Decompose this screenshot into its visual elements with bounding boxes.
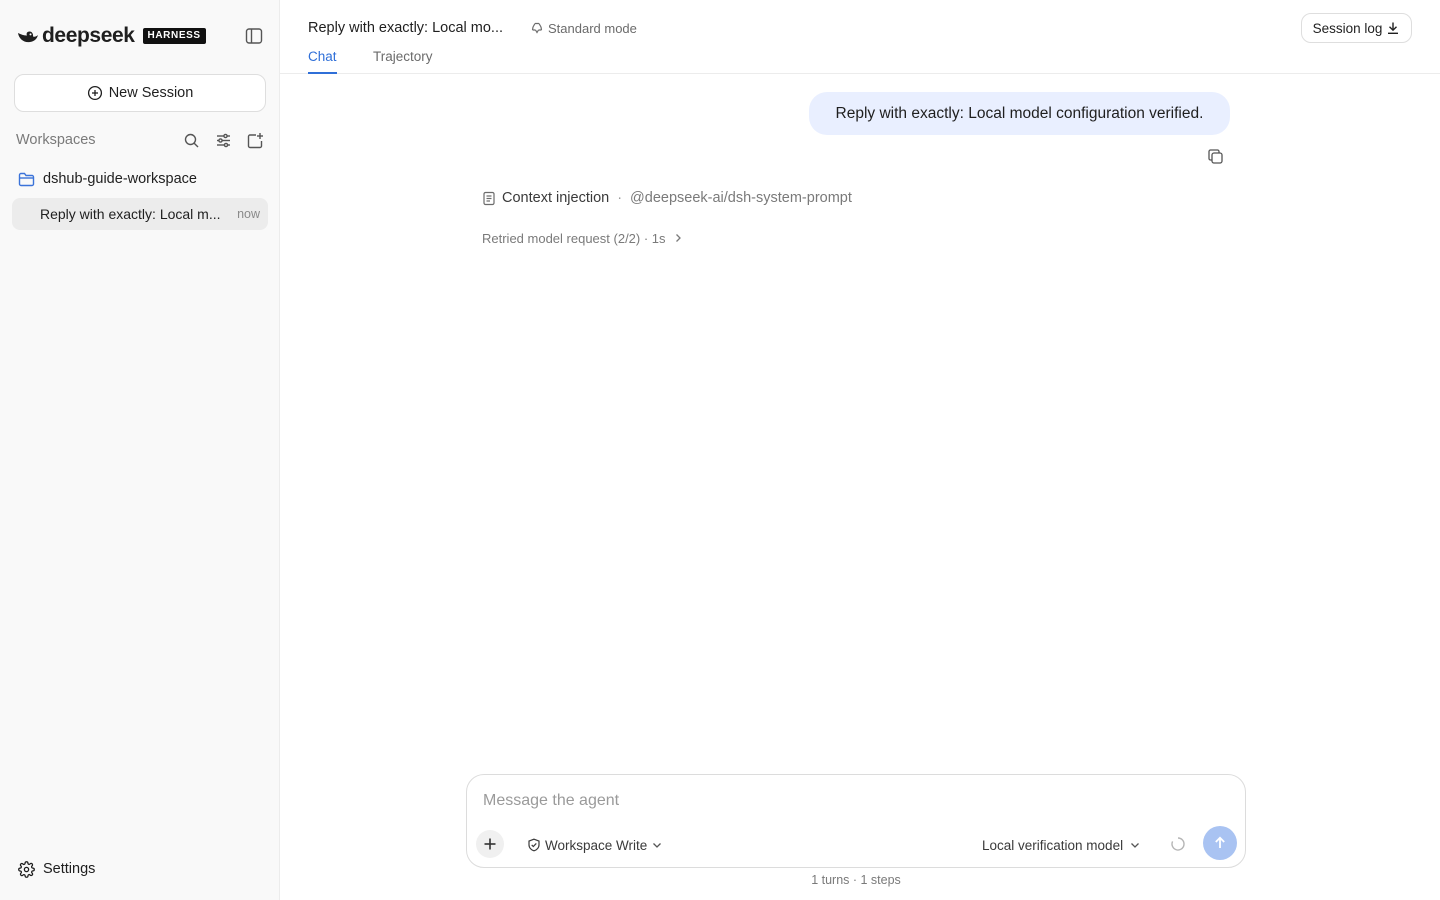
attach-button[interactable]: [476, 830, 504, 858]
model-select[interactable]: Local verification model: [982, 835, 1141, 855]
session-header: Reply with exactly: Local mo... Standard…: [280, 0, 1440, 74]
copy-icon: [1207, 148, 1223, 164]
message-composer: Workspace Write Local verification model: [466, 774, 1246, 868]
plus-circle-icon: [87, 85, 102, 101]
session-log-button[interactable]: Session log: [1301, 13, 1412, 43]
filter-workspaces-button[interactable]: [212, 129, 234, 151]
permission-label: Workspace Write: [545, 837, 648, 853]
brand-wordmark: deepseek: [42, 24, 135, 47]
session-list-item[interactable]: Reply with exactly: Local m... now: [12, 198, 268, 230]
folder-icon: [18, 172, 35, 186]
context-injection-row[interactable]: Context injection · @deepseek-ai/dsh-sys…: [482, 188, 852, 208]
copy-message-button[interactable]: [1205, 146, 1225, 166]
tab-trajectory[interactable]: Trajectory: [373, 48, 433, 74]
recycle-icon: [531, 22, 543, 34]
permission-select[interactable]: Workspace Write: [527, 835, 663, 855]
mode-indicator: Standard mode: [530, 19, 637, 37]
new-session-button[interactable]: New Session: [14, 74, 266, 112]
tab-chat[interactable]: Chat: [308, 48, 337, 74]
add-workspace-button[interactable]: [244, 129, 266, 151]
search-icon: [184, 133, 198, 147]
session-title: Reply with exactly: Local m...: [40, 206, 221, 222]
chevron-right-icon: [675, 234, 681, 242]
context-separator: ·: [617, 190, 623, 206]
retry-status-row[interactable]: Retried model request (2/2) · 1s: [482, 229, 684, 247]
workspaces-header: Workspaces: [16, 129, 266, 151]
sliders-icon: [216, 133, 230, 147]
shield-check-icon: [528, 838, 540, 852]
download-icon: [1388, 22, 1399, 35]
retry-status-text: Retried model request (2/2) · 1s: [482, 230, 666, 246]
session-timestamp: now: [237, 207, 260, 221]
session-stats: 1 turns · 1 steps: [811, 873, 901, 887]
whale-icon: [18, 31, 38, 43]
context-injection-ref: @deepseek-ai/dsh-system-prompt: [630, 190, 852, 206]
workspaces-label: Workspaces: [16, 132, 96, 148]
brand-logo[interactable]: deepseek HARNESS: [16, 24, 206, 48]
chevron-down-icon: [1131, 843, 1140, 848]
context-injection-label: Context injection: [502, 190, 610, 206]
session-log-label: Session log: [1312, 20, 1383, 36]
document-icon: [483, 191, 495, 205]
search-workspaces-button[interactable]: [180, 129, 202, 151]
plus-icon: [484, 838, 496, 850]
model-label: Local verification model: [982, 837, 1124, 853]
sidebar: deepseek HARNESS New Session Workspaces: [0, 0, 280, 900]
message-input[interactable]: [483, 789, 1223, 813]
workspace-name: dshub-guide-workspace: [43, 171, 197, 187]
chevron-down-icon: [653, 843, 662, 848]
gear-icon: [18, 860, 35, 878]
workspace-folder[interactable]: dshub-guide-workspace: [18, 168, 268, 190]
add-folder-icon: [247, 132, 263, 148]
session-heading: Reply with exactly: Local mo...: [308, 20, 504, 36]
user-message-bubble: Reply with exactly: Local model configur…: [809, 92, 1230, 135]
brand-badge: HARNESS: [142, 28, 206, 44]
settings-button[interactable]: Settings: [18, 858, 95, 880]
sidebar-panel-icon: [245, 28, 263, 44]
sidebar-toggle-button[interactable]: [243, 25, 265, 47]
new-session-label: New Session: [108, 85, 194, 101]
send-button[interactable]: [1203, 826, 1237, 860]
spinner-icon: [1171, 837, 1185, 851]
mode-label: Standard mode: [548, 20, 637, 36]
arrow-up-icon: [1215, 836, 1225, 848]
settings-label: Settings: [43, 861, 96, 877]
